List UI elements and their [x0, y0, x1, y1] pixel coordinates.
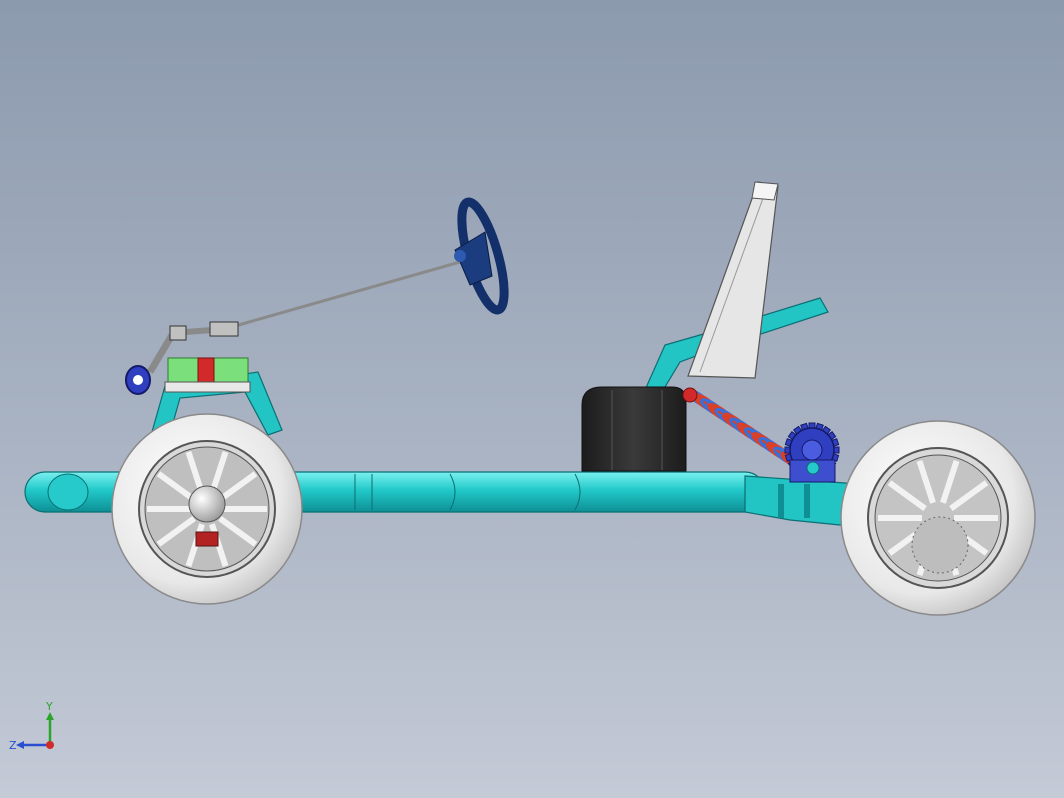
front-steering-assembly[interactable]	[125, 357, 251, 395]
steering-column[interactable]	[146, 260, 461, 374]
steering-wheel[interactable]	[453, 197, 513, 315]
orientation-triad: Y Z	[8, 698, 68, 758]
seat[interactable]	[581, 386, 687, 472]
rear-drive-gear[interactable]	[784, 422, 840, 483]
front-wheel[interactable]	[111, 413, 303, 605]
rear-wheel[interactable]	[840, 420, 1036, 616]
z-axis-label: Z	[9, 739, 17, 752]
graphics-viewport[interactable]: Y Z	[0, 0, 1064, 798]
x-axis-dot	[46, 741, 54, 749]
seat-back[interactable]	[687, 181, 779, 379]
y-axis-label: Y	[45, 700, 53, 713]
go-kart-model[interactable]	[0, 0, 1064, 798]
